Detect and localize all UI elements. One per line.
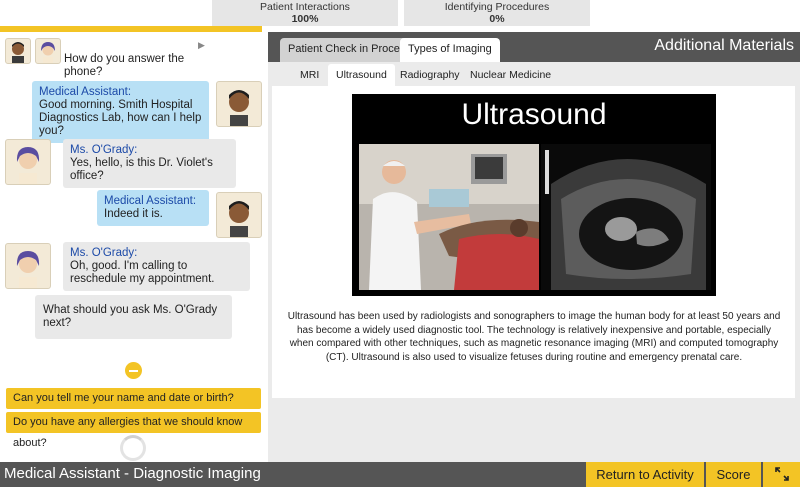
- imaging-content: Ultrasound Ultrasound has been used by r…: [272, 86, 795, 398]
- message-text: Yes, hello, is this Dr. Violet's office?: [70, 157, 213, 182]
- chat-panel[interactable]: How do you answer the phone? ▶ Medical A…: [0, 32, 268, 462]
- return-to-activity-button[interactable]: Return to Activity: [586, 462, 704, 487]
- score-button[interactable]: Score: [706, 462, 761, 487]
- question-prompt: What should you ask Ms. O'Grady next?: [35, 295, 232, 339]
- figure-title: Ultrasound: [461, 98, 607, 131]
- footer-bar: Medical Assistant - Diagnostic Imaging R…: [0, 462, 800, 487]
- loading-spinner-icon: [120, 435, 146, 461]
- module-title: Medical Assistant - Diagnostic Imaging: [4, 465, 261, 482]
- patient-interactions-progress: Patient Interactions 100%: [212, 0, 398, 26]
- collapse-icon[interactable]: [125, 362, 142, 379]
- button-label: Return to Activity: [596, 467, 694, 482]
- patient-avatar: [5, 243, 51, 289]
- speaker-name: Ms. O'Grady:: [70, 247, 138, 259]
- ultrasound-figure: Ultrasound: [352, 94, 716, 296]
- expand-button[interactable]: [763, 462, 800, 487]
- tab-patient-check-in[interactable]: Patient Check in Process: [280, 38, 419, 62]
- message-text: Indeed it is.: [104, 208, 163, 220]
- imaging-subtabs: MRI Ultrasound Radiography Nuclear Medic…: [268, 62, 800, 86]
- materials-header: Patient Check in Process Types of Imagin…: [268, 32, 800, 62]
- subtab-ultrasound[interactable]: Ultrasound: [328, 64, 395, 86]
- expand-icon: [774, 467, 789, 481]
- speaker-name: Medical Assistant:: [104, 195, 197, 207]
- response-choice[interactable]: Do you have any allergies that we should…: [6, 412, 261, 449]
- subtab-label: Ultrasound: [336, 69, 387, 81]
- choice-label: Can you tell me your name and date or bi…: [13, 392, 234, 404]
- button-label: Score: [716, 467, 751, 482]
- question-prompt: How do you answer the phone?: [57, 48, 207, 84]
- subtab-mri[interactable]: MRI: [292, 64, 327, 86]
- subtab-label: MRI: [300, 69, 320, 81]
- subtab-nuclear-medicine[interactable]: Nuclear Medicine: [462, 64, 559, 86]
- additional-materials-panel: Patient Check in Process Types of Imagin…: [268, 32, 800, 462]
- assistant-message: Medical Assistant: Indeed it is.: [97, 190, 209, 226]
- tab-label: Types of Imaging: [408, 43, 492, 55]
- assistant-avatar: [216, 81, 262, 127]
- tab-types-of-imaging[interactable]: Types of Imaging: [400, 38, 500, 62]
- patient-message: Ms. O'Grady: Yes, hello, is this Dr. Vio…: [63, 139, 236, 188]
- play-icon[interactable]: ▶: [198, 40, 205, 51]
- assistant-avatar: [216, 192, 262, 238]
- subtab-radiography[interactable]: Radiography: [392, 64, 468, 86]
- app-window: Patient Interactions 100% Identifying Pr…: [0, 0, 800, 487]
- assistant-avatar-small: [5, 38, 31, 64]
- patient-message: Ms. O'Grady: Oh, good. I'm calling to re…: [63, 242, 250, 291]
- patient-avatar: [5, 139, 51, 185]
- tab-label: Patient Check in Process: [288, 43, 411, 55]
- ultrasound-exam-photo: [359, 144, 539, 290]
- ultrasound-scan-image: [541, 144, 711, 290]
- identifying-procedures-progress: Identifying Procedures 0%: [404, 0, 590, 26]
- speaker-name: Ms. O'Grady:: [70, 144, 138, 156]
- subtab-label: Radiography: [400, 69, 460, 81]
- assistant-message: Medical Assistant: Good morning. Smith H…: [32, 81, 209, 143]
- identifying-procedures-label: Identifying Procedures: [444, 1, 550, 13]
- message-text: What should you ask Ms. O'Grady next?: [43, 304, 218, 329]
- subtab-label: Nuclear Medicine: [470, 69, 552, 81]
- patient-interactions-label: Patient Interactions: [260, 1, 350, 13]
- message-text: How do you answer the phone?: [64, 53, 185, 78]
- ultrasound-description: Ultrasound has been used by radiologists…: [287, 311, 781, 363]
- response-choice[interactable]: Can you tell me your name and date or bi…: [6, 388, 261, 409]
- speaker-name: Medical Assistant:: [39, 86, 132, 98]
- panel-title: Additional Materials: [654, 37, 794, 54]
- message-text: Good morning. Smith Hospital Diagnostics…: [39, 99, 202, 137]
- patient-interactions-value: 100%: [291, 13, 319, 25]
- identifying-procedures-value: 0%: [489, 13, 505, 25]
- message-text: Oh, good. I'm calling to reschedule my a…: [70, 260, 215, 285]
